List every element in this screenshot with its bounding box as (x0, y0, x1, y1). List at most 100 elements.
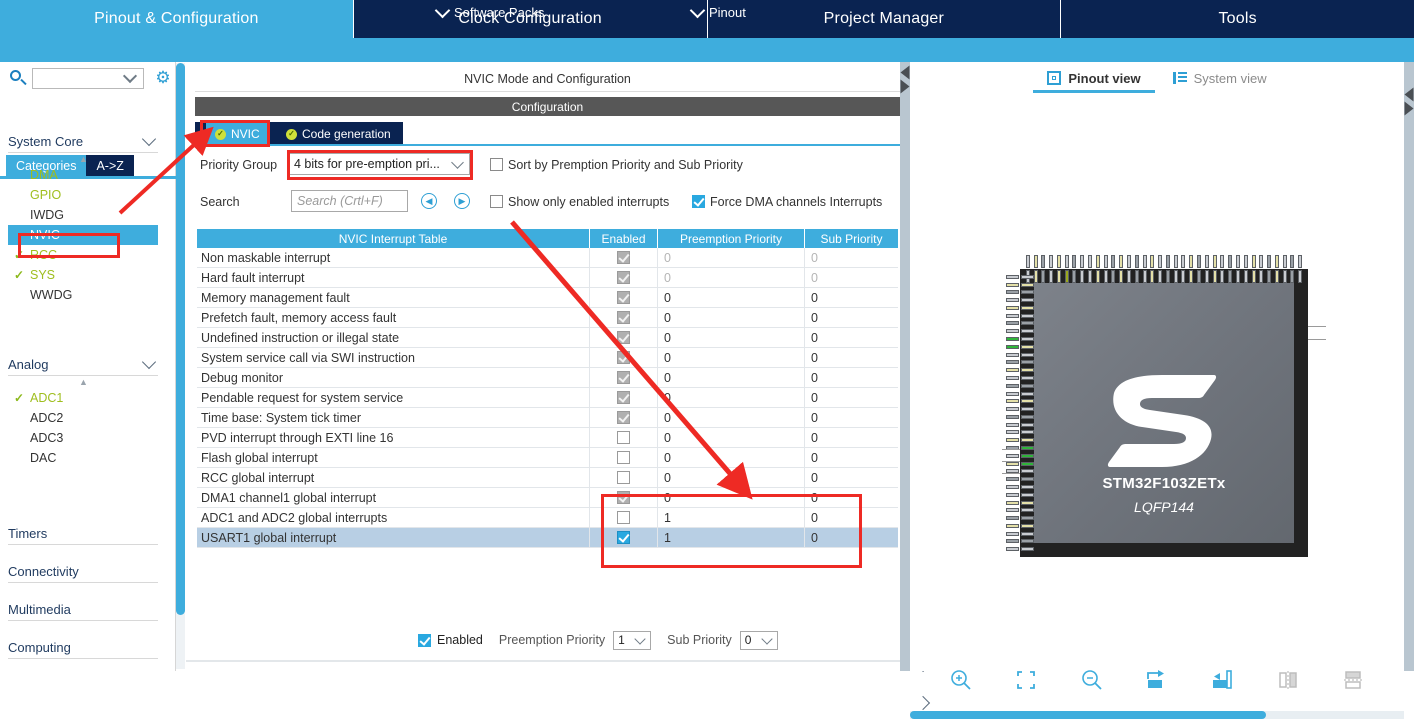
enabled-checkbox[interactable] (617, 271, 630, 284)
mcu-pin[interactable] (1006, 430, 1019, 435)
cell-sub-priority[interactable]: 0 (805, 468, 898, 487)
mcu-pin[interactable] (1006, 298, 1019, 303)
show-enabled-interrupts-checkbox[interactable] (490, 195, 503, 208)
cell-sub-priority[interactable]: 0 (805, 528, 898, 547)
mcu-pin[interactable] (1103, 270, 1108, 283)
sidebar-search-input[interactable] (32, 67, 144, 89)
mcu-pin[interactable] (1021, 508, 1034, 513)
cell-preemption-priority[interactable]: 0 (658, 328, 805, 347)
mcu-pin[interactable] (1033, 270, 1038, 283)
cell-enabled[interactable] (590, 248, 658, 267)
table-row[interactable]: PVD interrupt through EXTI line 16 0 0 (197, 428, 898, 448)
mcu-pin[interactable] (1021, 461, 1034, 466)
zoom-progress-track[interactable] (910, 711, 1404, 719)
mcu-pin[interactable] (1006, 453, 1019, 458)
mcu-pin[interactable] (1006, 500, 1019, 505)
cell-enabled[interactable] (590, 488, 658, 507)
enabled-checkbox[interactable] (617, 431, 630, 444)
sidebar-item-adc2[interactable]: ADC2 (8, 408, 158, 428)
cell-enabled[interactable] (590, 388, 658, 407)
sidebar-item-iwdg[interactable]: IWDG (8, 205, 158, 225)
cell-preemption-priority[interactable]: 0 (658, 248, 805, 267)
mcu-pin[interactable] (1173, 255, 1178, 268)
mcu-pin[interactable] (1243, 255, 1248, 268)
mcu-pin[interactable] (1235, 255, 1240, 268)
mcu-pin[interactable] (1267, 255, 1272, 268)
mcu-pin[interactable] (1204, 270, 1209, 283)
mcu-pin[interactable] (1021, 368, 1034, 373)
mcu-pin[interactable] (1189, 270, 1194, 283)
mcu-pin[interactable] (1095, 270, 1100, 283)
mcu-pin[interactable] (1235, 270, 1240, 283)
scroll-spinner[interactable]: ▲ (8, 376, 158, 388)
mcu-pin[interactable] (1006, 477, 1019, 482)
mcu-pin[interactable] (1228, 255, 1233, 268)
mcu-pin[interactable] (1021, 484, 1034, 489)
mcu-pin[interactable] (1006, 391, 1019, 396)
mcu-pin[interactable] (1006, 383, 1019, 388)
table-row[interactable]: Non maskable interrupt 0 0 (197, 248, 898, 268)
mcu-pin[interactable] (1158, 270, 1163, 283)
cell-preemption-priority[interactable]: 0 (658, 468, 805, 487)
mcu-pin[interactable] (1103, 255, 1108, 268)
mcu-pin[interactable] (1021, 539, 1034, 544)
zoom-in-icon[interactable] (945, 665, 977, 695)
mcu-pin[interactable] (1282, 255, 1287, 268)
enabled-checkbox[interactable] (617, 511, 630, 524)
mcu-pin[interactable] (1056, 270, 1061, 283)
mcu-pin[interactable] (1021, 344, 1034, 349)
mcu-pin[interactable] (1006, 282, 1019, 287)
mcu-pin[interactable] (1134, 270, 1139, 283)
mcu-pin[interactable] (1006, 484, 1019, 489)
mcu-pin[interactable] (1006, 422, 1019, 427)
mcu-pin[interactable] (1282, 270, 1287, 283)
mcu-pin[interactable] (1072, 255, 1077, 268)
cell-preemption-priority[interactable]: 0 (658, 428, 805, 447)
mcu-pin[interactable] (1006, 321, 1019, 326)
mcu-pin[interactable] (1021, 337, 1034, 342)
mcu-pin[interactable] (1290, 255, 1295, 268)
cell-enabled[interactable] (590, 428, 658, 447)
right-splitter[interactable] (1404, 62, 1414, 671)
cell-preemption-priority[interactable]: 0 (658, 488, 805, 507)
mcu-pin[interactable] (1111, 255, 1116, 268)
search-next-icon[interactable]: ▶ (454, 193, 470, 209)
cell-preemption-priority[interactable]: 1 (658, 528, 805, 547)
mcu-pin[interactable] (1259, 270, 1264, 283)
mcu-pin[interactable] (1006, 290, 1019, 295)
table-row[interactable]: RCC global interrupt 0 0 (197, 468, 898, 488)
mcu-pin[interactable] (1021, 375, 1034, 380)
mcu-pin[interactable] (1021, 352, 1034, 357)
cell-sub-priority[interactable]: 0 (805, 448, 898, 467)
mcu-pin[interactable] (1119, 270, 1124, 283)
mcu-pin[interactable] (1150, 270, 1155, 283)
tab-system-view[interactable]: System view (1172, 71, 1267, 90)
col-header-enabled[interactable]: Enabled (590, 229, 658, 248)
mcu-pin[interactable] (1021, 274, 1034, 279)
mcu-pin[interactable] (1021, 469, 1034, 474)
mcu-pin[interactable] (1212, 255, 1217, 268)
collapse-right-icon[interactable] (1404, 87, 1414, 102)
rotate-left-icon[interactable] (1206, 665, 1238, 695)
mcu-pin[interactable] (1006, 305, 1019, 310)
mcu-pin[interactable] (1006, 414, 1019, 419)
mcu-pin[interactable] (1006, 375, 1019, 380)
enabled-checkbox[interactable] (617, 451, 630, 464)
tab-code-generation[interactable]: ✓ Code generation (277, 122, 400, 146)
mcu-pin[interactable] (1006, 360, 1019, 365)
table-row[interactable]: Time base: System tick timer 0 0 (197, 408, 898, 428)
enabled-checkbox[interactable] (617, 491, 630, 504)
cell-enabled[interactable] (590, 528, 658, 547)
enabled-checkbox[interactable] (617, 371, 630, 384)
mcu-pin[interactable] (1006, 547, 1019, 552)
sidebar-item-wwdg[interactable]: WWDG (8, 285, 158, 305)
mcu-pin[interactable] (1006, 438, 1019, 443)
cell-preemption-priority[interactable]: 0 (658, 388, 805, 407)
cell-enabled[interactable] (590, 468, 658, 487)
enabled-checkbox[interactable] (617, 411, 630, 424)
tab-pinout-view[interactable]: Pinout view (1033, 71, 1155, 93)
mcu-pin[interactable] (1006, 344, 1019, 349)
mcu-pin[interactable] (1021, 516, 1034, 521)
cell-preemption-priority[interactable]: 0 (658, 308, 805, 327)
mcu-pin[interactable] (1006, 274, 1019, 279)
